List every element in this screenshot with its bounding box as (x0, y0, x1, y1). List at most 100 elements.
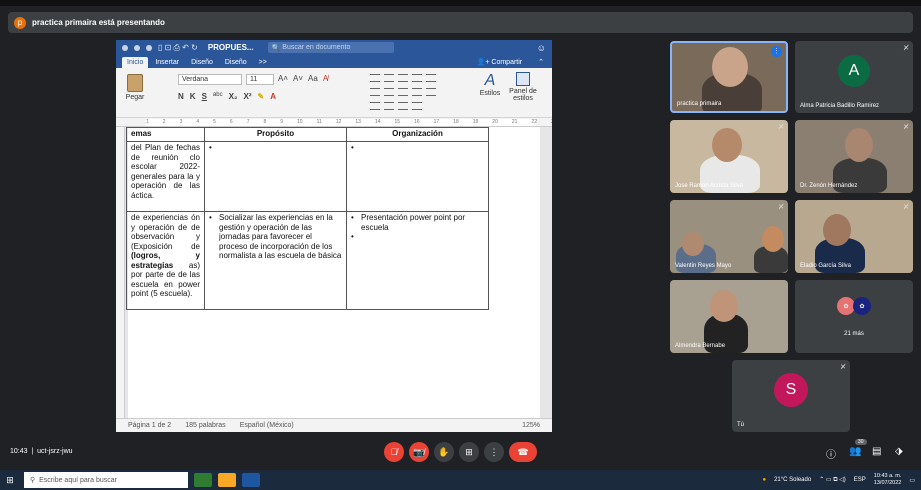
underline-button[interactable]: S (202, 92, 207, 101)
chat-icon[interactable]: ▤ (872, 446, 881, 457)
file-explorer-icon[interactable] (218, 473, 236, 487)
windows-start-icon[interactable]: ⊞ (0, 475, 20, 486)
share-label: Compartir (491, 59, 523, 66)
tray-icons[interactable]: ⌃ ▭ ⧉ ◁) (819, 476, 846, 484)
word-titlebar: ▯ ⊡ ⎙ ↶ ↻ PROPUES... 🔍 Buscar en documen… (116, 40, 552, 55)
highlight-icon[interactable]: ✎ (257, 92, 264, 101)
input-language[interactable]: ESP (854, 477, 866, 483)
word-app-icon[interactable] (242, 473, 260, 487)
subscript-button[interactable]: X₂ (229, 92, 238, 101)
avatar: A (838, 55, 870, 88)
participant-tile[interactable]: ✕̸ Jose Ramon Acosta Silva (670, 120, 788, 193)
document-area: emas Propósito Organización del Plan de … (116, 127, 552, 418)
search-icon: ⚲ (30, 477, 36, 484)
muted-icon: ✕̸ (903, 45, 909, 52)
styles-panel-button[interactable]: Panel de estilos (506, 72, 540, 102)
font-size-buttons[interactable]: A˄ A˅ Aa A̸ (278, 74, 328, 83)
table-header: emas (126, 127, 205, 142)
chrome-app-icon[interactable] (194, 473, 212, 487)
participant-tile[interactable]: ✕̸ Valentin Reyes Mayo (670, 200, 788, 273)
ruler-number: 14 (374, 119, 381, 125)
quick-access-icons[interactable]: ▯ ⊡ ⎙ ↶ ↻ (158, 43, 198, 53)
share-button[interactable]: 👤+ Compartir (471, 56, 528, 68)
shared-word-window: ▯ ⊡ ⎙ ↶ ↻ PROPUES... 🔍 Buscar en documen… (116, 40, 552, 432)
table-header: Propósito (204, 127, 347, 142)
participant-name: Jose Ramon Acosta Silva (675, 183, 744, 189)
styles-label: Estilos (479, 90, 501, 97)
strike-button[interactable]: abc (213, 92, 223, 101)
presenting-text: practica primaira está presentando (32, 18, 165, 27)
window-close-button[interactable] (122, 44, 128, 51)
font-select[interactable]: Verdana (178, 74, 242, 85)
raise-hand-button[interactable]: ✋ (434, 442, 454, 462)
mic-off-button[interactable]: 🎙̸ (384, 442, 404, 462)
table-row: de experiencias ón y operación de de obs… (126, 211, 489, 310)
notifications-icon[interactable]: ▭ (909, 477, 915, 484)
ruler-number: 16 (414, 119, 420, 125)
table-header-row: emas Propósito Organización (126, 127, 489, 142)
styles-icon: A (484, 72, 496, 89)
ruler-number: 23 (551, 119, 552, 125)
feedback-icon[interactable]: ☺ (537, 43, 546, 53)
table-row: del Plan de fechas de reunión clo escola… (126, 141, 489, 212)
window-zoom-button[interactable] (146, 44, 152, 51)
ruler-number: 20 (492, 119, 498, 125)
camera-off-button[interactable]: 📷̸ (409, 442, 429, 462)
superscript-button[interactable]: X² (243, 92, 251, 101)
activities-icon[interactable]: ⬗ (895, 446, 903, 457)
document-search-placeholder: Buscar en documento (282, 44, 351, 51)
ruler-number: 8 (263, 119, 267, 125)
more-options-button[interactable]: ⋮ (484, 442, 504, 462)
muted-icon: ✕̸ (840, 364, 846, 371)
participant-tile[interactable]: ⋮ practica primaira (670, 41, 788, 113)
document-name: PROPUES... (207, 43, 254, 52)
people-icon[interactable]: 👥 (849, 446, 861, 457)
present-button[interactable]: ⊞ (459, 442, 479, 462)
more-options-icon[interactable]: ⋮ (771, 46, 782, 57)
word-statusbar: Página 1 de 2 185 palabras Español (Méxi… (116, 418, 552, 432)
collapse-ribbon-icon[interactable]: ⌃ (530, 56, 552, 68)
font-color-icon[interactable]: A (270, 92, 276, 101)
table-header: Organización (346, 127, 489, 142)
tab-diseno[interactable]: Diseño (186, 57, 218, 68)
table-cell (346, 141, 489, 212)
participant-name: Tú (737, 422, 745, 428)
ribbon: Pegar Verdana 11 A˄ A˅ Aa A̸ N K S abc X₂ X… (116, 68, 552, 118)
document-page[interactable]: emas Propósito Organización del Plan de … (126, 127, 540, 418)
document-table: emas Propósito Organización del Plan de … (126, 127, 489, 310)
paragraph-group[interactable] (370, 74, 466, 110)
page-count: Página 1 de 2 (128, 422, 172, 429)
clipboard-icon (127, 74, 143, 92)
taskbar-search[interactable]: ⚲ Escribe aquí para buscar (24, 472, 188, 488)
weather-text[interactable]: 21°C Soleado (774, 477, 811, 483)
styles-button[interactable]: A Estilos (478, 72, 502, 97)
system-tray: ● 21°C Soleado ⌃ ▭ ⧉ ◁) ESP 10:43 a. m. … (762, 473, 921, 487)
document-search[interactable]: 🔍 Buscar en documento (267, 42, 394, 53)
clock-time: 10:43 a. m. (873, 473, 902, 479)
paste-button[interactable]: Pegar (124, 74, 146, 101)
cell-text: de experiencias ón y operación de de obs… (131, 213, 200, 251)
tab-diseno-2[interactable]: Diseño (220, 57, 252, 68)
italic-button[interactable]: K (190, 92, 196, 101)
tab-inicio[interactable]: Inicio (122, 57, 149, 68)
tab-insertar[interactable]: Insertar (150, 57, 184, 68)
tab-more[interactable]: >> (254, 57, 272, 68)
taskbar-search-placeholder: Escribe aquí para buscar (39, 476, 117, 484)
bold-button[interactable]: N (178, 92, 184, 101)
table-cell: Presentación power point por escuela (346, 211, 489, 310)
ruler-number: 10 (297, 119, 303, 125)
taskbar: ⊞ ⚲ Escribe aquí para buscar ● 21°C Sole… (0, 470, 921, 490)
self-tile[interactable]: S ✕̸ Tú (732, 360, 850, 432)
participant-tile[interactable]: ✕̸ Dr. Zenón Hernández (795, 120, 913, 193)
window-minimize-button[interactable] (134, 44, 140, 51)
participant-tile[interactable]: A ✕̸ Alma Patricia Badillo Ramirez (795, 41, 913, 113)
ruler-number: 7 (246, 119, 250, 125)
info-icon[interactable]: ⓘ (826, 446, 836, 461)
font-size-select[interactable]: 11 (246, 74, 274, 85)
leave-call-button[interactable]: ☎ (509, 442, 537, 462)
zoom-level[interactable]: 125% (522, 422, 552, 429)
participant-tile[interactable]: ✕̸ Eladio García Silva (795, 200, 913, 273)
participant-tile[interactable]: Almendra Bernabe (670, 280, 788, 353)
more-participants-tile[interactable]: ✿ ✿ 21 más (795, 280, 913, 353)
clock[interactable]: 10:43 a. m. 13/07/2022 (874, 473, 902, 487)
